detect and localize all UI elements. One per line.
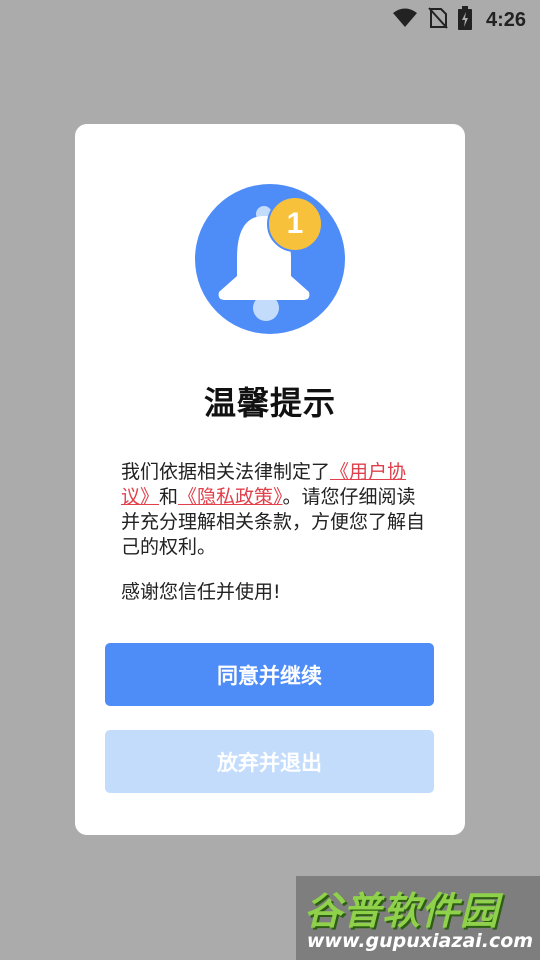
exit-button[interactable]: 放弃并退出 bbox=[105, 730, 434, 793]
screen: 4:26 1 温馨提示 我们依据相关法律制定了《用户协议》和《隐私政策》。请您仔… bbox=[0, 0, 540, 960]
watermark-title: 谷普软件园 bbox=[304, 889, 500, 933]
wifi-icon bbox=[392, 8, 418, 32]
badge-count: 1 bbox=[286, 207, 304, 240]
no-sim-icon bbox=[428, 7, 448, 33]
status-time: 4:26 bbox=[485, 8, 526, 31]
body-prefix: 我们依据相关法律制定了 bbox=[121, 461, 331, 483]
thanks-text: 感谢您信任并使用! bbox=[121, 581, 281, 603]
privacy-dialog: 1 温馨提示 我们依据相关法律制定了《用户协议》和《隐私政策》。请您仔细阅读并充… bbox=[75, 124, 465, 835]
dialog-body: 我们依据相关法律制定了《用户协议》和《隐私政策》。请您仔细阅读并充分理解相关条款… bbox=[121, 460, 431, 560]
agree-button[interactable]: 同意并继续 bbox=[105, 643, 434, 706]
privacy-policy-link[interactable]: 《隐私政策》 bbox=[178, 486, 283, 508]
and-text: 和 bbox=[159, 486, 179, 508]
watermark-url: www.gupuxiazai.com bbox=[306, 930, 534, 952]
status-bar: 4:26 bbox=[0, 0, 540, 36]
status-icons: 4:26 bbox=[392, 6, 526, 34]
dialog-title: 温馨提示 bbox=[203, 384, 336, 422]
bell-notification-icon: 1 bbox=[195, 184, 345, 334]
watermark: 谷普软件园 www.gupuxiazai.com bbox=[296, 876, 540, 960]
battery-charging-icon bbox=[457, 6, 472, 34]
